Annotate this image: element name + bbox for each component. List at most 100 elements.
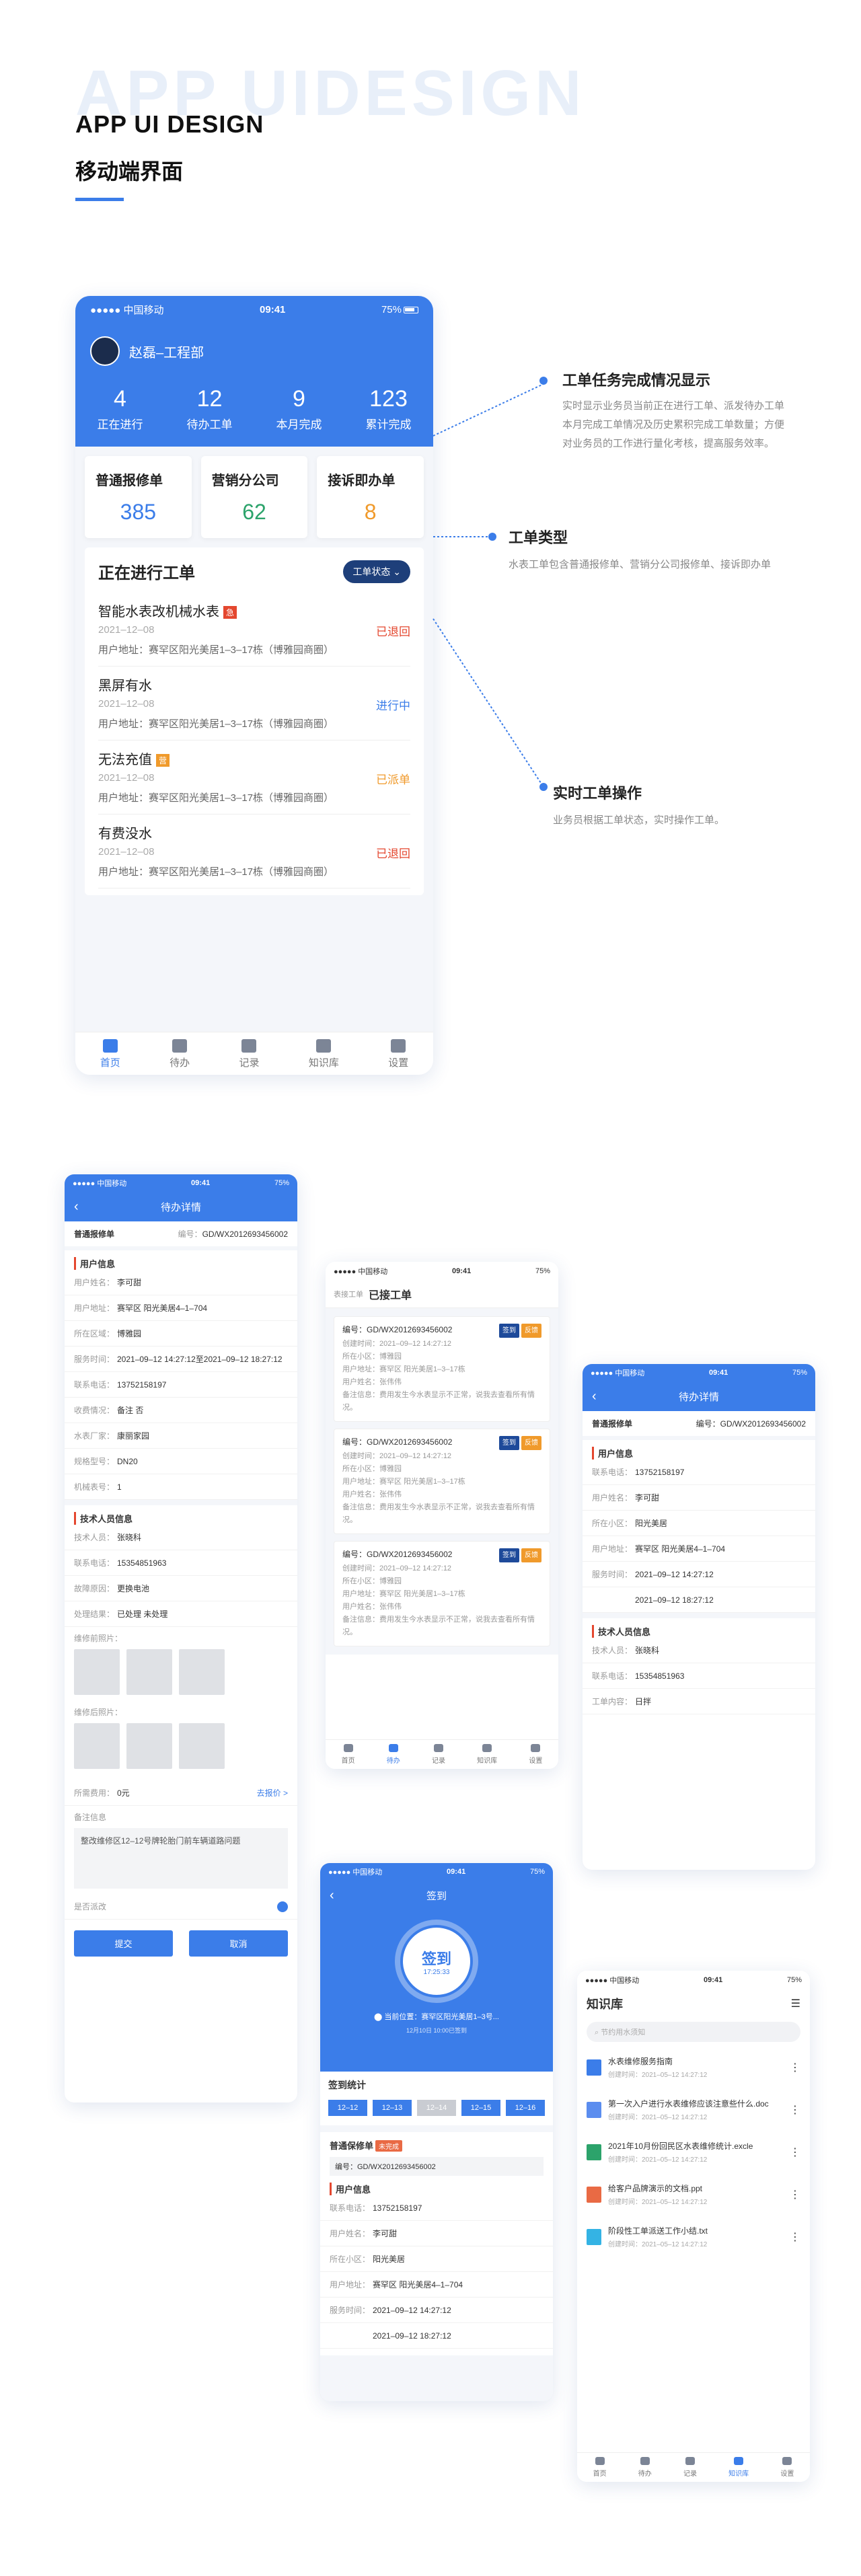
ongoing-section: 正在进行工单 工单状态 ⌄ 智能水表改机械水表急 2021–12–08 用户地址… bbox=[75, 547, 433, 905]
section-tech: 技术人员信息 bbox=[592, 1625, 806, 1638]
more-icon[interactable]: ⋮ bbox=[790, 2230, 800, 2244]
file-item[interactable]: 阶段性工单派送工作小结.txt 创建时间：2021–05–12 14:27:12 ⋮ bbox=[577, 2215, 810, 2258]
annotation-dot bbox=[539, 377, 548, 385]
work-order-item[interactable]: 黑屏有水 2021–12–08 用户地址：赛罕区阳光美居1–3–17栋（博雅园商… bbox=[98, 667, 410, 741]
cancel-button[interactable]: 取消 bbox=[189, 1930, 288, 1957]
signin-chip[interactable]: 签到 bbox=[499, 1548, 519, 1562]
tab-home[interactable]: 首页 bbox=[342, 1744, 355, 1765]
info-row: 机械表号： 1 bbox=[65, 1474, 297, 1500]
page-title: 待办详情 bbox=[160, 1201, 201, 1213]
file-icon bbox=[587, 2228, 601, 2245]
file-item[interactable]: 给客户品牌演示的文档.ppt 创建时间：2021–05–12 14:27:12 ⋮ bbox=[577, 2173, 810, 2215]
tab-home[interactable]: 首页 bbox=[593, 2457, 607, 2478]
tab-settings[interactable]: 设置 bbox=[529, 1744, 542, 1765]
type-card-complaint[interactable]: 接诉即办单 8 bbox=[317, 456, 424, 538]
day-chip[interactable]: 12–12 bbox=[328, 2100, 367, 2116]
file-item[interactable]: 2021年10月份回民区水表维修统计.excle 创建时间：2021–05–12 … bbox=[577, 2131, 810, 2173]
feedback-chip[interactable]: 反馈 bbox=[521, 1548, 541, 1562]
info-row: 联系电话： 13752158197 bbox=[583, 1460, 815, 1485]
photo-slot[interactable] bbox=[126, 1723, 172, 1769]
avatar[interactable] bbox=[90, 336, 120, 366]
day-chip[interactable]: 12–16 bbox=[506, 2100, 545, 2116]
work-order-item[interactable]: 无法充值营 2021–12–08 用户地址：赛罕区阳光美居1–3–17栋（博雅园… bbox=[98, 741, 410, 815]
more-icon[interactable]: ⋮ bbox=[790, 2103, 800, 2117]
search-input[interactable]: ⌕ 节约用水须知 bbox=[587, 2022, 800, 2042]
accepted-order-card[interactable]: 编号：GD/WX2012693456002 签到 反馈 创建时间：2021–09–1… bbox=[334, 1541, 550, 1646]
feedback-chip[interactable]: 反馈 bbox=[521, 1324, 541, 1338]
toggle-switch[interactable] bbox=[277, 1901, 288, 1912]
tab-records[interactable]: 记录 bbox=[432, 1744, 445, 1765]
photo-slot[interactable] bbox=[74, 1723, 120, 1769]
tab-records[interactable]: 记录 bbox=[239, 1039, 259, 1069]
profile[interactable]: 赵磊–工程部 bbox=[75, 323, 433, 379]
tab-settings[interactable]: 设置 bbox=[780, 2457, 794, 2478]
tab-records[interactable]: 记录 bbox=[683, 2457, 697, 2478]
order-status: 进行中 bbox=[376, 699, 410, 712]
photo-after-label: 维修后照片： bbox=[74, 1708, 123, 1717]
info-row: 联系电话： 15354851963 bbox=[65, 1550, 297, 1576]
remark-field[interactable]: 整改维修区12–12号牌轮胎门前车辆道路问题 bbox=[74, 1828, 288, 1889]
accepted-order-card[interactable]: 编号：GD/WX2012693456002 签到 反馈 创建时间：2021–09–1… bbox=[334, 1316, 550, 1422]
more-icon[interactable]: ⋮ bbox=[790, 2188, 800, 2201]
info-row: 联系电话： 13752158197 bbox=[320, 2195, 553, 2221]
signin-chip[interactable]: 签到 bbox=[499, 1324, 519, 1338]
tab-knowledge[interactable]: 知识库 bbox=[477, 1744, 497, 1765]
photo-slot[interactable] bbox=[179, 1723, 225, 1769]
stat-total[interactable]: 123 累计完成 bbox=[366, 386, 412, 432]
back-icon[interactable]: ‹ bbox=[330, 1888, 334, 1903]
tab-todo[interactable]: 待办 bbox=[170, 1039, 190, 1069]
signin-phone: ●●●●● 中国移动 09:41 75% ‹ 签到 签到 17:25:33 ⬤ 当前位置… bbox=[320, 1863, 553, 2401]
more-icon[interactable]: ⋮ bbox=[790, 2146, 800, 2159]
stat-todo[interactable]: 12 待办工单 bbox=[187, 386, 233, 432]
tab-settings[interactable]: 设置 bbox=[388, 1039, 408, 1069]
info-row: 处理结果： 已处理 未处理 bbox=[65, 1601, 297, 1627]
stat-month[interactable]: 9 本月完成 bbox=[276, 386, 322, 432]
photo-before-label: 维修前照片： bbox=[74, 1634, 123, 1643]
info-row: 故障原因： 更换电池 bbox=[65, 1576, 297, 1601]
info-row: 服务时间： 2021–09–12 14:27:12至2021–09–12 18:2… bbox=[65, 1347, 297, 1372]
annotation-title: 工单类型 bbox=[509, 529, 568, 546]
home-header: ●●●●● 中国移动 09:41 75% 赵磊–工程部 4 正在进行 12 待办工单… bbox=[75, 296, 433, 447]
search-icon: ⌕ bbox=[595, 2029, 601, 2037]
order-no: 编号：GD/WX2012693456002 bbox=[330, 2157, 544, 2176]
work-order-item[interactable]: 有费没水 2021–12–08 用户地址：赛罕区阳光美居1–3–17栋（博雅园商… bbox=[98, 815, 410, 888]
tab-todo[interactable]: 待办 bbox=[387, 1744, 400, 1765]
back-icon[interactable]: ‹ bbox=[592, 1389, 597, 1404]
type-cards: 普通报修单 385 营销分公司 62 接诉即办单 8 bbox=[75, 447, 433, 547]
breadcrumb[interactable]: 表接工单 bbox=[334, 1289, 363, 1299]
photo-slot[interactable] bbox=[126, 1649, 172, 1695]
signin-chip[interactable]: 签到 bbox=[499, 1436, 519, 1450]
submit-button[interactable]: 提交 bbox=[74, 1930, 173, 1957]
file-item[interactable]: 第一次入户进行水表维修应该注意些什么.doc 创建时间：2021–05–12 14… bbox=[577, 2088, 810, 2131]
info-row: 2021–09–12 18:27:12 bbox=[320, 2323, 553, 2349]
more-icon[interactable]: ⋮ bbox=[790, 2061, 800, 2074]
signin-button[interactable]: 签到 17:25:33 bbox=[395, 1920, 478, 2003]
status-filter-button[interactable]: 工单状态 ⌄ bbox=[343, 560, 410, 583]
tab-todo[interactable]: 待办 bbox=[638, 2457, 652, 2478]
remark-label: 备注信息 bbox=[74, 1813, 107, 1822]
tab-home[interactable]: 首页 bbox=[100, 1039, 120, 1069]
feedback-chip[interactable]: 反馈 bbox=[521, 1436, 541, 1450]
order-status: 已退回 bbox=[376, 847, 410, 860]
day-chip[interactable]: 12–14 bbox=[417, 2100, 456, 2116]
accepted-order-card[interactable]: 编号：GD/WX2012693456002 签到 反馈 创建时间：2021–09–1… bbox=[334, 1429, 550, 1534]
tab-knowledge[interactable]: 知识库 bbox=[309, 1039, 339, 1069]
type-card-repair[interactable]: 普通报修单 385 bbox=[85, 456, 192, 538]
tab-knowledge[interactable]: 知识库 bbox=[728, 2457, 749, 2478]
info-row: 用户地址： 赛罕区 阳光美居4–1–704 bbox=[320, 2272, 553, 2298]
work-order-item[interactable]: 智能水表改机械水表急 2021–12–08 用户地址：赛罕区阳光美居1–3–17… bbox=[98, 593, 410, 667]
stat-ongoing[interactable]: 4 正在进行 bbox=[98, 386, 143, 432]
list-icon[interactable]: ☰ bbox=[791, 1997, 800, 2010]
day-chip[interactable]: 12–15 bbox=[461, 2100, 500, 2116]
file-icon bbox=[587, 2101, 601, 2118]
back-icon[interactable]: ‹ bbox=[74, 1199, 79, 1215]
photo-slot[interactable] bbox=[179, 1649, 225, 1695]
quote-link[interactable]: 去报价 > bbox=[257, 1787, 288, 1798]
day-chip[interactable]: 12–13 bbox=[373, 2100, 412, 2116]
signin-status: 12月10日 10:00已签到 bbox=[406, 2027, 467, 2034]
books-icon bbox=[316, 1039, 332, 1053]
info-row: 用户姓名： 李可甜 bbox=[320, 2221, 553, 2246]
photo-slot[interactable] bbox=[74, 1649, 120, 1695]
file-item[interactable]: 水表维修服务指南 创建时间：2021–05–12 14:27:12 ⋮ bbox=[577, 2046, 810, 2088]
type-card-marketing[interactable]: 营销分公司 62 bbox=[200, 456, 308, 538]
